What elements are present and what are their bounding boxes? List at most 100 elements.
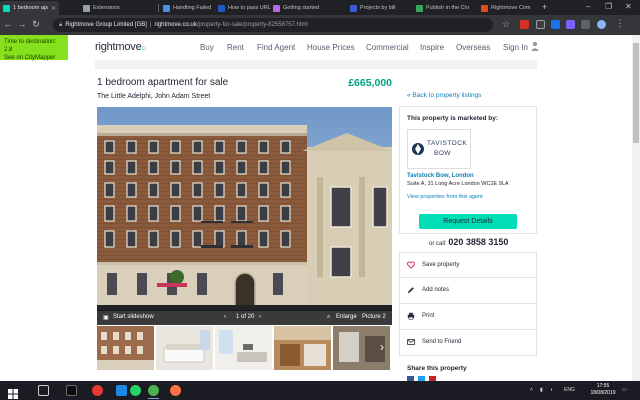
extension-gray-icon[interactable] [581, 20, 590, 29]
next-photo-arrow-icon[interactable]: › [259, 314, 261, 320]
rightmove-logo[interactable]: rightmove⌂ [95, 41, 146, 53]
windows-start-icon[interactable] [8, 386, 18, 399]
tab-label: Extensions [93, 5, 120, 11]
tab-getting-started[interactable]: Getting started [270, 1, 329, 15]
send-to-friend-button[interactable]: Send to Friend [399, 330, 537, 356]
windows-taskbar: ˄ ▮ ◖ ENG 17:55 18/08/2019 ▭ [0, 381, 640, 400]
magnifier-icon: ⌕ [327, 314, 331, 320]
page-favicon-icon [163, 4, 170, 12]
nav-rent[interactable]: Rent [227, 43, 244, 52]
reload-icon[interactable]: ↻ [30, 19, 42, 30]
thumbnail-living-room[interactable] [215, 326, 272, 370]
input-language[interactable]: ENG [564, 387, 575, 393]
add-notes-label: Add notes [422, 287, 450, 293]
file-explorer-icon[interactable] [38, 385, 49, 396]
thumbnail-exterior[interactable] [97, 326, 154, 370]
terminal-icon[interactable] [66, 385, 77, 396]
agent-properties-link[interactable]: View properties from this agent [407, 194, 483, 200]
photo-counter: 1 of 20 [236, 314, 255, 320]
windows-logo-icon [8, 389, 18, 399]
scrollbar-thumb[interactable] [633, 43, 639, 143]
building-photo-image [97, 107, 392, 325]
tab-pass-url[interactable]: How to pass URL [215, 1, 274, 15]
floorplan-picture-link[interactable]: Picture 2 [362, 314, 386, 320]
url-separator: | [149, 22, 152, 28]
restore-icon[interactable]: ❐ [605, 2, 612, 11]
chrome-taskbar-icon[interactable] [148, 385, 159, 399]
citymapper-overlay[interactable]: Time to destination: 2.8 See on CityMapp… [0, 35, 68, 62]
chrome-menu-icon[interactable]: ⋮ [614, 18, 626, 29]
site-identity: Rightmove Group Limited [GB] [65, 22, 147, 28]
tab-rightmove-listing[interactable]: 1 bedroom apartment for sale ✕ [0, 1, 59, 15]
agent-logo[interactable]: TAVISTOCK BOW [407, 129, 471, 169]
nav-commercial[interactable]: Commercial [366, 43, 409, 52]
bookmark-star-icon[interactable]: ☆ [500, 19, 512, 30]
citymapper-link[interactable]: See on CityMapper [4, 54, 64, 62]
nav-sign-in[interactable]: Sign In [503, 43, 528, 52]
url-host: rightmove.co.uk [154, 22, 197, 28]
thumbnail-bedroom[interactable] [156, 326, 213, 370]
thumbnails-next-arrow-icon[interactable]: › [380, 340, 384, 354]
browser-tab-strip: 1 bedroom apartment for sale ✕ Extension… [0, 0, 640, 15]
page-scrollbar[interactable] [632, 35, 640, 381]
forward-arrow-icon[interactable]: → [16, 19, 28, 29]
url-path: /property-for-sale/property-82558757.htm… [196, 22, 308, 28]
minimize-icon[interactable]: – [586, 2, 590, 11]
close-tab-icon[interactable]: ✕ [51, 5, 56, 12]
save-property-button[interactable]: Save property [399, 252, 537, 278]
start-slideshow-link[interactable]: Start slideshow [113, 314, 154, 320]
nav-overseas[interactable]: Overseas [456, 43, 490, 52]
close-window-icon[interactable]: ✕ [625, 2, 632, 11]
extension-red-icon[interactable] [520, 20, 529, 29]
nav-buy[interactable]: Buy [200, 43, 214, 52]
main-property-photo[interactable] [97, 107, 392, 325]
rightmove-favicon-icon [3, 4, 10, 12]
nav-inspire[interactable]: Inspire [420, 43, 444, 52]
thumbnail-bedroom-image [156, 326, 213, 370]
agent-phone-number[interactable]: 020 3858 3150 [448, 237, 508, 247]
add-notes-button[interactable]: Add notes [399, 278, 537, 304]
logo-text: rightmove [95, 41, 142, 53]
tab-extensions[interactable]: Extensions [80, 1, 139, 15]
tab-divider [158, 4, 159, 12]
request-details-button[interactable]: Request Details [419, 214, 517, 229]
tavistock-bow-logo-image [408, 130, 470, 168]
print-button[interactable]: Print [399, 304, 537, 330]
agent-name-link[interactable]: Tavistock Bow, London [407, 173, 474, 179]
tab-label: Publish in the Chrome [426, 5, 469, 11]
address-bar[interactable]: 🔒︎ Rightmove Group Limited [GB] | rightm… [53, 18, 493, 32]
user-icon[interactable] [531, 41, 539, 51]
browser-toolbar: ← → ↻ 🔒︎ Rightmove Group Limited [GB] | … [0, 15, 640, 35]
extension-shield-icon[interactable] [536, 20, 545, 29]
prev-photo-arrow-icon[interactable]: ‹ [224, 314, 226, 320]
back-arrow-icon[interactable]: ← [2, 19, 14, 29]
tab-label: How to pass URL [228, 5, 271, 11]
tab-rightmove-com[interactable]: Rightmove Com [478, 1, 537, 15]
nav-find-agent[interactable]: Find Agent [257, 43, 295, 52]
profile-avatar-icon[interactable] [597, 20, 606, 29]
taskbar-clock[interactable]: 17:55 18/08/2019 [590, 383, 616, 397]
tab-projects[interactable]: Projects by bill [347, 1, 406, 15]
back-to-listings-link[interactable]: « Back to property listings [407, 92, 481, 99]
print-label: Print [422, 313, 435, 319]
nav-house-prices[interactable]: House Prices [307, 43, 355, 52]
vscode-icon[interactable] [116, 385, 127, 396]
thumbnail-kitchen-image [274, 326, 331, 370]
thumbnail-kitchen[interactable] [274, 326, 331, 370]
extension-blue-icon[interactable] [551, 20, 560, 29]
firefox-icon[interactable] [170, 385, 181, 396]
thumbnail-exterior-image [97, 326, 154, 370]
network-icon[interactable]: ▮ [540, 387, 543, 393]
volume-icon[interactable]: ◖ [550, 387, 553, 393]
whatsapp-icon[interactable] [130, 385, 141, 396]
tab-label: Handling Failed [173, 5, 212, 11]
extension-purple-icon[interactable] [566, 20, 575, 29]
tab-publish-chrome[interactable]: Publish in the Chrome [413, 1, 472, 15]
tab-handling-failed[interactable]: Handling Failed [160, 1, 219, 15]
new-tab-plus-icon[interactable]: + [542, 2, 547, 12]
page-favicon-icon [273, 4, 280, 12]
notifications-icon[interactable]: ▭ [622, 387, 627, 393]
vivaldi-icon[interactable] [92, 385, 103, 396]
enlarge-link[interactable]: Enlarge [336, 314, 357, 320]
tray-arrow-icon[interactable]: ˄ [530, 387, 533, 393]
